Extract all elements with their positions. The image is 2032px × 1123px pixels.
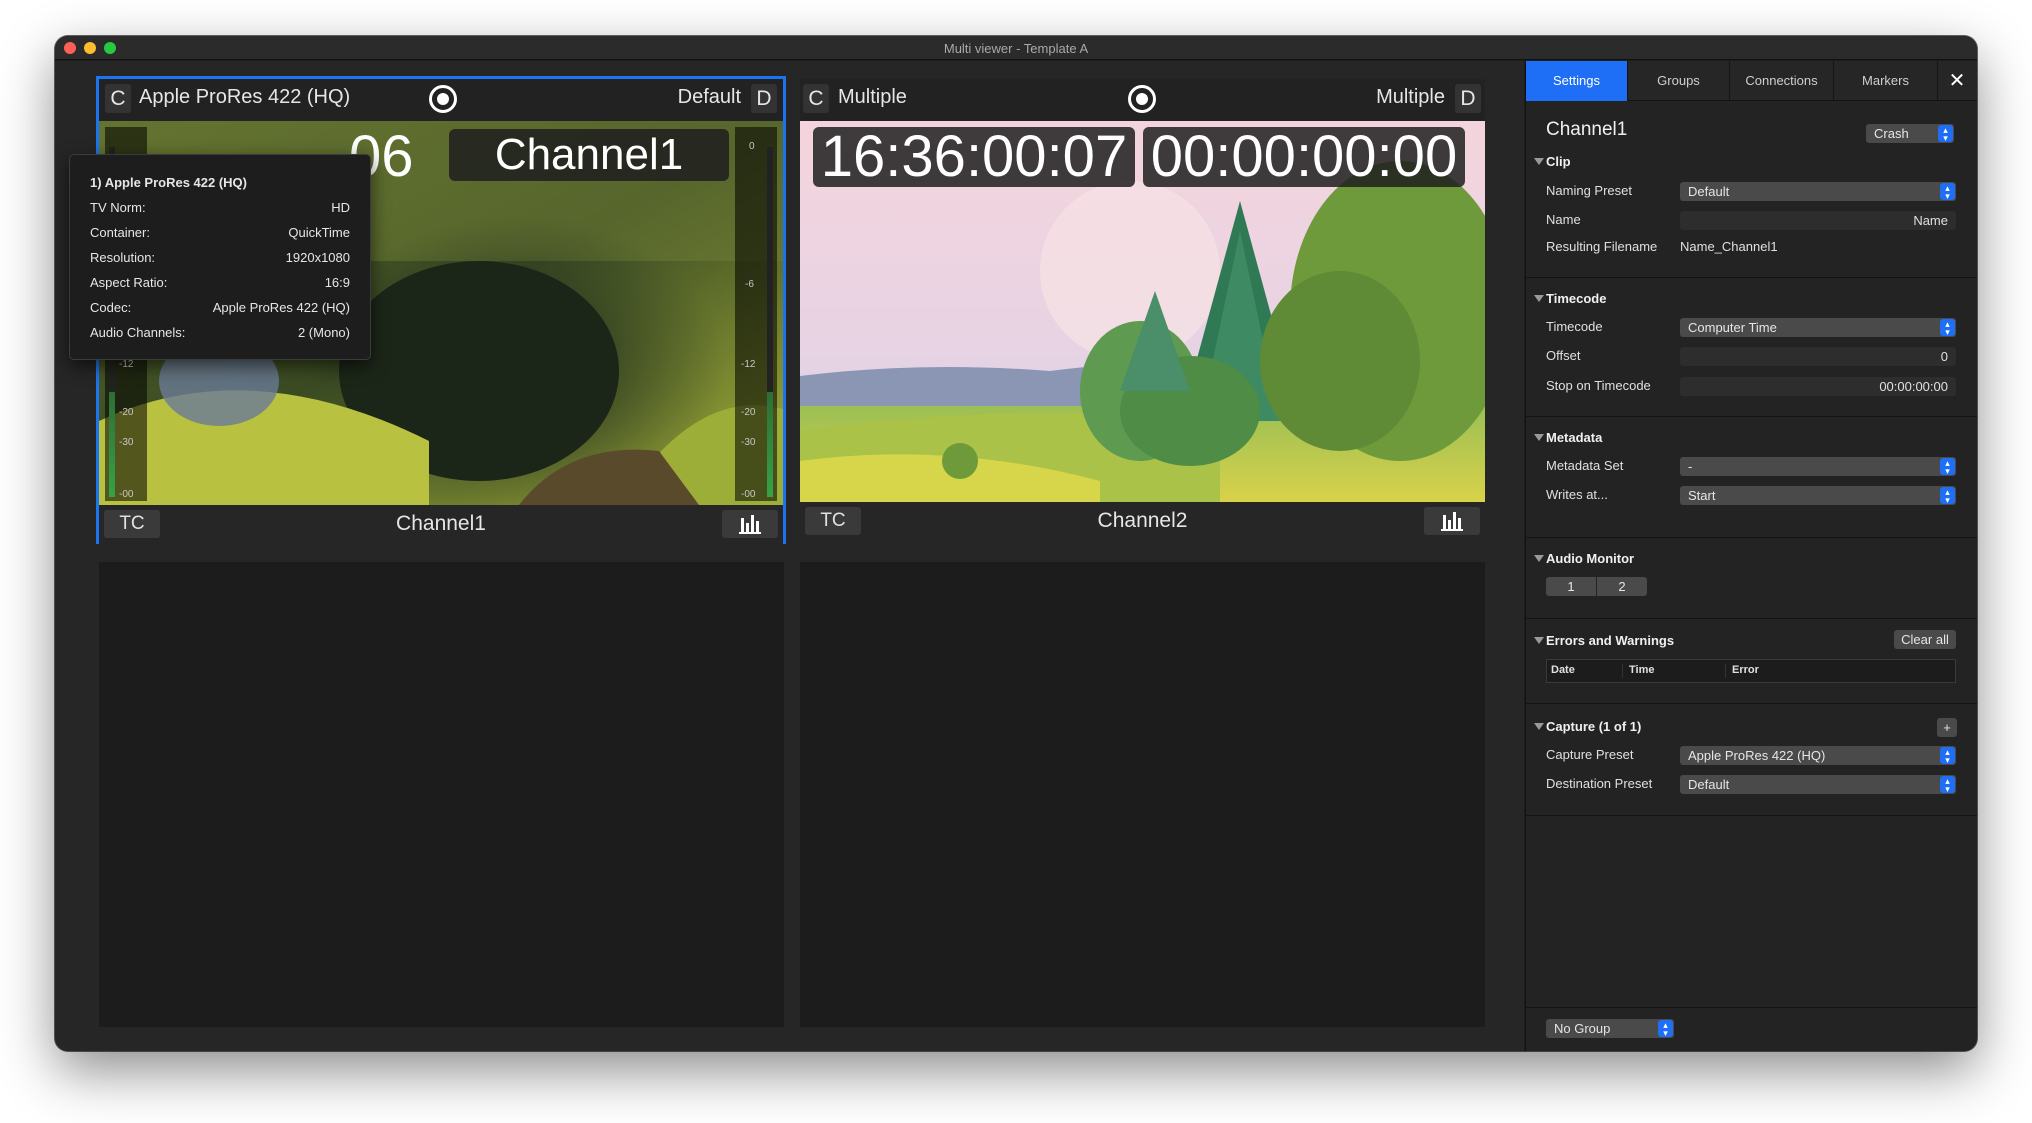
video-frame: 16:36:00:07 00:00:00:00: [800, 121, 1485, 502]
timecode-select[interactable]: Computer Time ▴ ▾: [1680, 318, 1956, 337]
channel-overlay: Channel1: [449, 129, 729, 181]
offset-field[interactable]: 0: [1680, 347, 1956, 366]
audio-meter-button[interactable]: [1424, 507, 1480, 535]
section-metadata-title: Metadata: [1546, 430, 1603, 445]
naming-preset-select[interactable]: Default ▴ ▾: [1680, 182, 1956, 201]
inspector-tabs: Settings Groups Connections Markers ✕: [1526, 61, 1977, 101]
audio-channel-2-button[interactable]: 2: [1597, 577, 1647, 596]
writes-at-select[interactable]: Start ▴ ▾: [1680, 486, 1956, 505]
tooltip-row: Container: QuickTime: [90, 225, 350, 240]
capture-preset-select[interactable]: Apple ProRes 422 (HQ) ▴ ▾: [1680, 746, 1956, 765]
close-icon[interactable]: ✕: [1937, 61, 1977, 101]
clear-all-button[interactable]: Clear all: [1894, 630, 1956, 649]
preset-label[interactable]: Default: [678, 86, 741, 109]
tooltip-row: Codec: Apple ProRes 422 (HQ): [90, 300, 350, 315]
disclosure-triangle-icon[interactable]: [1534, 295, 1544, 302]
column-error[interactable]: Error: [1725, 664, 1759, 678]
errors-table-header: Date Time Error: [1546, 659, 1956, 683]
format-label[interactable]: Multiple: [838, 86, 907, 109]
channel-title: Channel1: [1546, 119, 1628, 140]
viewer-grid: C Apple ProRes 422 (HQ) Default D 06 Cha…: [55, 61, 1524, 1051]
naming-preset-label: Naming Preset: [1546, 183, 1632, 198]
tooltip-title: 1) Apple ProRes 422 (HQ): [90, 175, 248, 190]
destination-preset-label: Destination Preset: [1546, 776, 1653, 791]
bar-chart-icon: [1441, 512, 1463, 531]
viewport-empty-4[interactable]: [800, 562, 1485, 1027]
section-timecode-title: Timecode: [1546, 291, 1607, 306]
offset-label: Offset: [1546, 348, 1581, 363]
preset-label[interactable]: Multiple: [1376, 86, 1445, 109]
select-arrows-icon: ▴ ▾: [1658, 1020, 1673, 1038]
audio-meter-right: 0 -6 -12 -20 -30 -00: [735, 127, 777, 501]
d-button[interactable]: D: [1455, 84, 1481, 113]
tooltip-row: Resolution: 1920x1080: [90, 250, 350, 265]
viewport-header: C Multiple Multiple D: [800, 79, 1485, 121]
stop-on-timecode-label: Stop on Timecode: [1546, 378, 1651, 393]
column-time[interactable]: Time: [1622, 664, 1654, 678]
timecode-display: 16:36:00:07: [813, 127, 1135, 187]
d-button[interactable]: D: [751, 84, 777, 113]
viewport-footer: TC Channel1: [99, 505, 783, 547]
channel-name: Channel1: [396, 512, 486, 535]
capture-preset-label: Capture Preset: [1546, 747, 1634, 762]
select-arrows-icon: ▴ ▾: [1940, 319, 1955, 337]
format-tooltip: 1) Apple ProRes 422 (HQ) TV Norm: HD Cont…: [69, 154, 371, 360]
group-select[interactable]: No Group ▴ ▾: [1546, 1019, 1674, 1038]
viewport-empty-3[interactable]: [99, 562, 784, 1027]
viewport-header: C Apple ProRes 422 (HQ) Default D: [99, 79, 783, 121]
tab-markers[interactable]: Markers: [1834, 61, 1938, 101]
select-arrows-icon: ▴ ▾: [1940, 487, 1955, 505]
timecode-display-secondary: 00:00:00:00: [1143, 127, 1465, 187]
section-audio-monitor-title: Audio Monitor: [1546, 551, 1635, 566]
format-label[interactable]: Apple ProRes 422 (HQ): [139, 86, 350, 109]
metadata-set-select[interactable]: - ▴ ▾: [1680, 457, 1956, 476]
add-capture-button[interactable]: +: [1937, 718, 1957, 737]
c-button[interactable]: C: [105, 84, 131, 113]
name-field[interactable]: Name: [1680, 211, 1956, 230]
crash-select[interactable]: Crash ▴ ▾: [1866, 124, 1954, 143]
column-date[interactable]: Date: [1551, 664, 1575, 676]
destination-preset-select[interactable]: Default ▴ ▾: [1680, 775, 1956, 794]
timecode-label: Timecode: [1546, 319, 1603, 334]
select-arrows-icon: ▴ ▾: [1938, 125, 1953, 143]
tooltip-row: TV Norm: HD: [90, 200, 350, 215]
record-button[interactable]: [1128, 85, 1156, 113]
resulting-filename-label: Resulting Filename: [1546, 239, 1658, 254]
bar-chart-icon: [739, 515, 761, 534]
audio-channel-1-button[interactable]: 1: [1546, 577, 1596, 596]
c-button[interactable]: C: [803, 84, 829, 113]
writes-at-label: Writes at...: [1546, 487, 1608, 502]
viewport-footer: TC Channel2: [800, 502, 1485, 544]
metadata-set-label: Metadata Set: [1546, 458, 1624, 473]
tooltip-row: Aspect Ratio: 16:9: [90, 275, 350, 290]
select-arrows-icon: ▴ ▾: [1940, 776, 1955, 794]
app-window: Multi viewer - Template A C Apple ProRes…: [55, 36, 1977, 1051]
disclosure-triangle-icon[interactable]: [1534, 555, 1544, 562]
resulting-filename-value: Name_Channel1: [1680, 239, 1778, 254]
tab-settings[interactable]: Settings: [1526, 61, 1628, 101]
section-capture-title: Capture (1 of 1): [1546, 719, 1642, 734]
select-arrows-icon: ▴ ▾: [1940, 747, 1955, 765]
viewport-channel2[interactable]: C Multiple Multiple D 16:36:00:07 00:00:…: [800, 79, 1485, 544]
stop-on-timecode-field[interactable]: 00:00:00:00: [1680, 377, 1956, 396]
window-title: Multi viewer - Template A: [943, 41, 1089, 56]
name-label: Name: [1546, 212, 1581, 227]
inspector-panel: Settings Groups Connections Markers ✕ Ch…: [1525, 61, 1977, 1051]
record-button[interactable]: [429, 85, 457, 113]
select-arrows-icon: ▴ ▾: [1940, 183, 1955, 201]
title-bar: Multi viewer - Template A: [55, 36, 1977, 60]
tooltip-row: Audio Channels: 2 (Mono): [90, 325, 350, 340]
disclosure-triangle-icon[interactable]: [1534, 723, 1544, 730]
disclosure-triangle-icon[interactable]: [1534, 434, 1544, 441]
section-errors-title: Errors and Warnings: [1546, 633, 1675, 648]
channel-name: Channel2: [1097, 509, 1188, 532]
audio-meter-button[interactable]: [722, 510, 778, 538]
tab-connections[interactable]: Connections: [1730, 61, 1834, 101]
tab-groups[interactable]: Groups: [1628, 61, 1730, 101]
disclosure-triangle-icon[interactable]: [1534, 637, 1544, 644]
disclosure-triangle-icon[interactable]: [1534, 158, 1544, 165]
select-arrows-icon: ▴ ▾: [1940, 458, 1955, 476]
section-clip-title: Clip: [1546, 154, 1571, 169]
